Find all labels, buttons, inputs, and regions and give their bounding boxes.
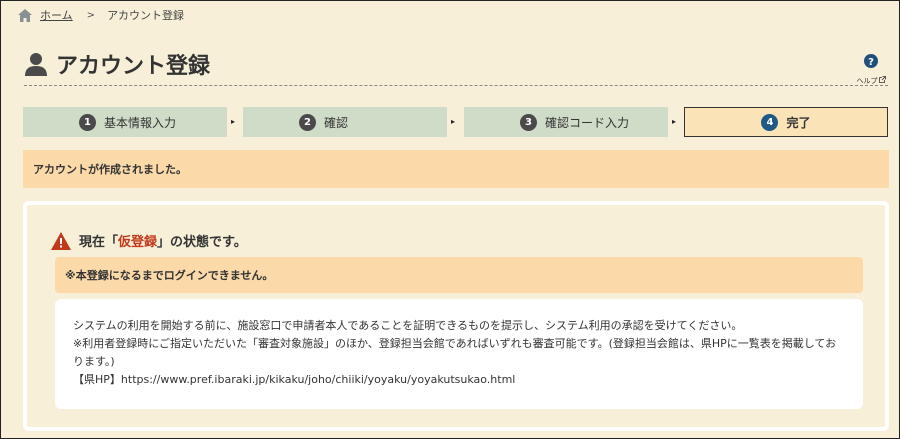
info-line-2: ※利用者登録時にご指定いただいた「審査対象施設」のほか、登録担当会館であればいず… [73, 337, 837, 368]
breadcrumb-current: アカウント登録 [107, 9, 185, 22]
user-icon [25, 53, 47, 76]
page-title-row: アカウント登録 [24, 46, 210, 82]
step-number: 3 [520, 113, 537, 131]
step-number: 1 [79, 113, 96, 131]
step-1: 1 基本情報入力 [23, 107, 227, 137]
status-suffix: 」の状態です。 [157, 235, 247, 250]
step-label: 確認コード入力 [545, 115, 630, 130]
info-box: システムの利用を開始する前に、施設窓口で申請者本人であることを証明できるものを提… [55, 299, 863, 409]
step-number: 2 [299, 113, 316, 131]
page-title: アカウント登録 [56, 54, 211, 79]
breadcrumb: ホーム > アカウント登録 [18, 6, 184, 24]
info-line-3: 【県HP】https://www.pref.ibaraki.jp/kikaku/… [73, 373, 516, 386]
help-button[interactable]: ? ヘルプ [856, 54, 886, 87]
step-number: 4 [761, 113, 779, 131]
warning-icon [51, 231, 71, 250]
help-label: ヘルプ [857, 76, 886, 85]
step-4-current: 4 完了 [684, 107, 888, 137]
svg-text:?: ? [868, 57, 874, 68]
step-indicator: 1 基本情報入力 ▸ 2 確認 ▸ 3 確認コード入力 ▸ 4 完了 [23, 107, 889, 137]
login-warning: ※本登録になるまでログインできません。 [55, 257, 863, 293]
step-arrow-icon: ▸ [451, 117, 456, 126]
breadcrumb-home-link[interactable]: ホーム [40, 7, 73, 23]
external-link-icon [878, 76, 886, 83]
help-icon: ? [864, 54, 878, 68]
success-notice: アカウントが作成されました。 [23, 150, 889, 188]
step-3: 3 確認コード入力 [464, 107, 668, 137]
title-divider [24, 85, 888, 86]
step-arrow-icon: ▸ [231, 117, 236, 126]
info-line-1: システムの利用を開始する前に、施設窓口で申請者本人であることを証明できるものを提… [73, 319, 743, 332]
step-label: 確認 [324, 115, 349, 130]
status-heading: 現在「 仮登録 」の状態です。 [51, 231, 247, 250]
step-2: 2 確認 [243, 107, 447, 137]
chevron-right-icon: > [86, 9, 96, 21]
step-arrow-icon: ▸ [672, 117, 677, 126]
status-panel: 現在「 仮登録 」の状態です。 ※本登録になるまでログインできません。 システム… [23, 201, 889, 431]
step-label: 基本情報入力 [104, 115, 177, 130]
status-highlight: 仮登録 [118, 235, 158, 250]
step-label: 完了 [786, 115, 811, 130]
home-icon [18, 8, 32, 22]
status-prefix: 現在「 [79, 235, 119, 250]
